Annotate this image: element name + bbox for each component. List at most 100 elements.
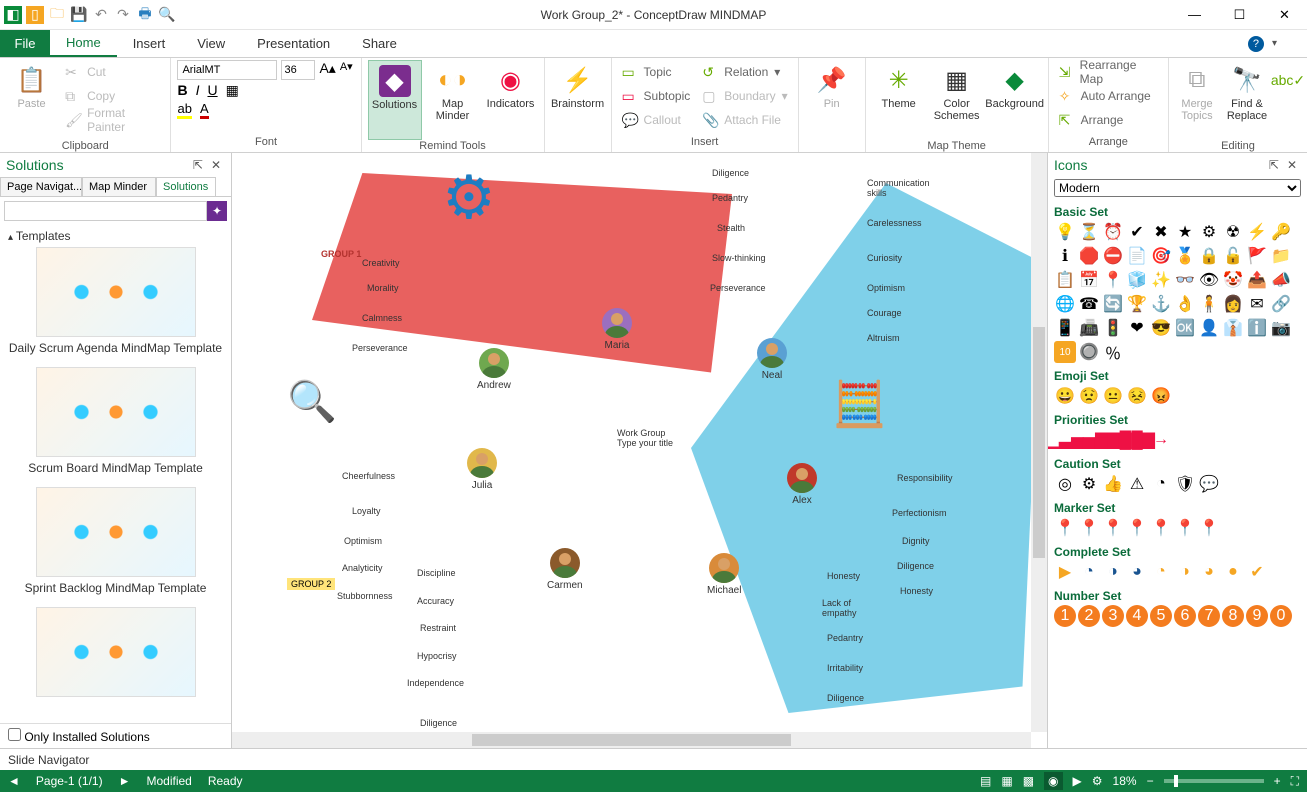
heart-icon[interactable]: ❤ <box>1126 317 1148 339</box>
lock-icon[interactable]: 🔒 <box>1198 245 1220 267</box>
find-replace-button[interactable]: 🔭Find & Replace <box>1223 60 1271 140</box>
info-icon[interactable]: ℹ <box>1054 245 1076 267</box>
maximize-button[interactable]: ☐ <box>1217 0 1262 30</box>
prev-page-icon[interactable]: ◄ <box>8 774 20 788</box>
arrow-right-icon[interactable]: → <box>1150 429 1172 451</box>
canvas-scrollbar-v[interactable] <box>1031 153 1047 732</box>
megaphone-icon[interactable]: 📣 <box>1270 269 1292 291</box>
icon-sets[interactable]: Basic Set 💡⏳⏰✔✖★⚙☢⚡🔑 ℹ🛑⛔📄🎯🏅🔒🔓🚩📁 📋📅📍🧊✨👓👁🤡… <box>1048 199 1307 748</box>
trait[interactable]: Altruism <box>867 333 900 343</box>
neutral-icon[interactable]: 😐 <box>1102 385 1124 407</box>
mobile-icon[interactable]: 📱 <box>1054 317 1076 339</box>
thumbsup-icon[interactable]: 👍 <box>1102 473 1124 495</box>
record-icon[interactable]: ◉ <box>1044 772 1062 790</box>
spellcheck-button[interactable]: abc✓ <box>1275 60 1301 140</box>
note-icon[interactable]: 📄 <box>1126 245 1148 267</box>
view-mode3-icon[interactable]: ▩ <box>1023 774 1034 788</box>
slide-navigator-bar[interactable]: Slide Navigator <box>0 748 1307 770</box>
relation-button[interactable]: ↺Relation ▾ <box>698 60 791 84</box>
canvas-scrollbar-h[interactable] <box>232 732 1031 748</box>
settings-status-icon[interactable]: ⚙ <box>1092 774 1103 788</box>
sunglasses-icon[interactable]: 😎 <box>1150 317 1172 339</box>
tab-view[interactable]: View <box>181 30 241 57</box>
tab-insert[interactable]: Insert <box>117 30 182 57</box>
cube-icon[interactable]: 🧊 <box>1126 269 1148 291</box>
shield-icon[interactable]: 🛡 <box>1174 473 1196 495</box>
person-michael[interactable]: Michael <box>707 553 741 596</box>
copy-button[interactable]: ⧉Copy <box>61 84 164 108</box>
minimize-button[interactable]: — <box>1172 0 1217 30</box>
trait[interactable]: Communication skills <box>867 178 937 198</box>
trait[interactable]: Diligence <box>420 718 457 728</box>
template-item[interactable]: Daily Scrum Agenda MindMap Template <box>8 247 223 355</box>
bolt-icon[interactable]: ⚡ <box>1246 221 1268 243</box>
trait[interactable]: Calmness <box>362 313 402 323</box>
topic-button[interactable]: ▭Topic <box>618 60 695 84</box>
traffic-icon[interactable]: 🚦 <box>1102 317 1124 339</box>
trait[interactable]: Analyticity <box>342 563 383 573</box>
fax-icon[interactable]: 📠 <box>1078 317 1100 339</box>
target-icon[interactable]: ◎ <box>1054 473 1076 495</box>
help-icon[interactable]: ? <box>1248 36 1264 52</box>
callout-button[interactable]: 💬Callout <box>618 108 695 132</box>
trait[interactable]: Courage <box>867 308 902 318</box>
trait[interactable]: Optimism <box>344 536 382 546</box>
ok-badge-icon[interactable]: 🆗 <box>1174 317 1196 339</box>
template-item[interactable]: Sprint Backlog MindMap Template <box>8 487 223 595</box>
trait[interactable]: Dignity <box>902 536 930 546</box>
flag-icon[interactable]: 🚩 <box>1246 245 1268 267</box>
person-julia[interactable]: Julia <box>467 448 497 491</box>
check-circle-icon[interactable]: ✔ <box>1126 221 1148 243</box>
woman-icon[interactable]: 👩 <box>1222 293 1244 315</box>
person-carmen[interactable]: Carmen <box>547 548 583 591</box>
glasses-icon[interactable]: 👓 <box>1174 269 1196 291</box>
target-small-icon[interactable]: 🎯 <box>1150 245 1172 267</box>
qat-undo-icon[interactable]: ↶ <box>92 6 110 24</box>
close-pane-icon[interactable]: ✕ <box>207 158 225 172</box>
trait[interactable]: Loyalty <box>352 506 381 516</box>
num0-icon[interactable]: 0 <box>1270 605 1292 627</box>
man-icon[interactable]: 🧍 <box>1198 293 1220 315</box>
trait[interactable]: Perseverance <box>352 343 408 353</box>
toggle-icon[interactable]: 🔘 <box>1078 341 1100 363</box>
next-page-icon[interactable]: ► <box>119 774 131 788</box>
map-minder-button[interactable]: ◐◑Map Minder <box>426 60 480 140</box>
boundary-button[interactable]: ▢Boundary ▾ <box>698 84 791 108</box>
pie4-icon[interactable]: ◔ <box>1150 561 1172 583</box>
person-andrew[interactable]: Andrew <box>477 348 511 391</box>
sad-icon[interactable]: 😟 <box>1078 385 1100 407</box>
group1-label[interactable]: GROUP 1 <box>317 248 365 260</box>
num8-icon[interactable]: 8 <box>1222 605 1244 627</box>
noentry-icon[interactable]: ⛔ <box>1102 245 1124 267</box>
mindmap-canvas[interactable]: ⚙ 🔍 🧮 Work GroupType your title GROUP 1 … <box>232 153 1047 748</box>
qat-open-icon[interactable]: 🗀 <box>48 6 66 24</box>
pin-green-icon[interactable]: 📍 <box>1102 517 1124 539</box>
unlock-icon[interactable]: 🔓 <box>1222 245 1244 267</box>
font-color-button[interactable]: A <box>200 101 209 119</box>
ok-icon[interactable]: 👌 <box>1174 293 1196 315</box>
zoom-slider[interactable] <box>1164 779 1264 783</box>
pie1-icon[interactable]: ◔ <box>1078 561 1100 583</box>
trait[interactable]: Diligence <box>712 168 749 178</box>
gear-small-icon[interactable]: ⚙ <box>1198 221 1220 243</box>
calendar-icon[interactable]: 📅 <box>1078 269 1100 291</box>
trait[interactable]: Diligence <box>827 693 864 703</box>
pin-icons-icon[interactable]: ⇱ <box>1265 158 1283 172</box>
ten-icon[interactable]: 10 <box>1054 341 1076 363</box>
fit-icon[interactable]: ⛶ <box>1291 774 1299 789</box>
format-painter-button[interactable]: 🖌Format Painter <box>61 108 164 132</box>
cycle-icon[interactable]: 🔄 <box>1102 293 1124 315</box>
center-topic[interactable]: Work GroupType your title <box>617 428 673 448</box>
num6-icon[interactable]: 6 <box>1174 605 1196 627</box>
bold-button[interactable]: B <box>177 82 187 99</box>
pin-red-icon[interactable]: 📍 <box>1054 517 1076 539</box>
spark-icon[interactable]: ✨ <box>1150 269 1172 291</box>
icon-category-select[interactable]: Modern <box>1054 179 1301 197</box>
anchor-icon[interactable]: ⚓ <box>1150 293 1172 315</box>
trait[interactable]: Pedantry <box>712 193 748 203</box>
zoom-in-icon[interactable]: + <box>1274 774 1281 788</box>
camera-icon[interactable]: 📷 <box>1270 317 1292 339</box>
folder-icon[interactable]: 📁 <box>1270 245 1292 267</box>
trait[interactable]: Perseverance <box>710 283 766 293</box>
tab-home[interactable]: Home <box>50 30 117 57</box>
